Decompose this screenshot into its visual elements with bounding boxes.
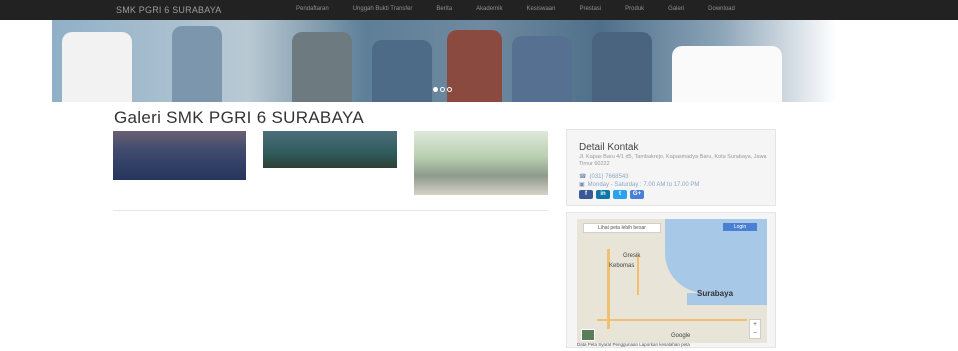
map-satellite-toggle[interactable]: [581, 329, 595, 341]
hero-photo-figure: [372, 40, 432, 102]
nav-item-prestasi[interactable]: Prestasi: [579, 6, 601, 12]
facebook-icon[interactable]: f: [579, 190, 593, 199]
google-plus-icon[interactable]: G+: [630, 190, 644, 199]
hero-photo-figure: [172, 26, 222, 102]
twitter-icon[interactable]: t: [613, 190, 627, 199]
map-road: [637, 255, 639, 295]
page-title: Galeri SMK PGRI 6 SURABAYA: [114, 108, 364, 127]
phone-icon: ☎: [579, 174, 587, 180]
nav-item-akademik[interactable]: Akademik: [476, 6, 502, 12]
larger-map-link[interactable]: Lihat peta lebih besar: [583, 223, 661, 233]
carousel-dot[interactable]: [440, 87, 445, 92]
contact-hours-row: ▣ Monday - Saturday : 7.00 AM to 17.00 P…: [579, 181, 700, 189]
navbar-brand[interactable]: SMK PGRI 6 SURABAYA: [116, 5, 222, 15]
nav-item-produk[interactable]: Produk: [625, 6, 644, 12]
map-panel: Lihat peta lebih besar Login Gresik Kebo…: [566, 212, 776, 348]
gallery-thumbnail[interactable]: [113, 131, 246, 180]
hero-carousel[interactable]: [52, 20, 836, 102]
map-label-google: Google: [671, 333, 691, 339]
contact-address: Jl. Kapas Baru 4/1 d5, Tambakrejo, Kapas…: [579, 154, 767, 167]
hero-photo-figure: [672, 46, 782, 102]
hero-photo-figure: [592, 32, 652, 102]
gallery-thumbnail[interactable]: [414, 131, 548, 195]
map-label-kebomas: Kebomas: [609, 263, 635, 269]
social-links: f in t G+: [579, 190, 644, 199]
map-zoom-control[interactable]: + −: [749, 319, 761, 339]
hero-photo-figure: [62, 32, 132, 102]
carousel-dot[interactable]: [433, 87, 438, 92]
nav-item-galeri[interactable]: Galeri: [668, 6, 684, 12]
linkedin-icon[interactable]: in: [596, 190, 610, 199]
calendar-icon: ▣: [579, 182, 585, 188]
hero-photo-figure: [512, 36, 572, 102]
nav-item-unggah-bukti-transfer[interactable]: Unggah Bukti Transfer: [353, 6, 413, 12]
nav-item-download[interactable]: Download: [708, 6, 735, 12]
nav-item-berita[interactable]: Berita: [436, 6, 452, 12]
hero-photo-figure: [447, 30, 502, 102]
carousel-dot[interactable]: [447, 87, 452, 92]
map-road: [597, 319, 747, 321]
carousel-indicators: [433, 87, 452, 92]
map-footer[interactable]: Data Peta Syarat Penggunaan Laporkan kes…: [577, 342, 690, 347]
map-login-button[interactable]: Login: [723, 223, 757, 231]
contact-hours: Monday - Saturday : 7.00 AM to 17.00 PM: [587, 181, 700, 188]
contact-heading: Detail Kontak: [579, 142, 639, 153]
gallery-thumbnail[interactable]: [263, 131, 397, 168]
map-label-surabaya: Surabaya: [697, 289, 734, 298]
top-navbar: SMK PGRI 6 SURABAYA Pendaftaran Unggah B…: [0, 0, 958, 20]
nav-item-kesiswaan[interactable]: Kesiswaan: [526, 6, 555, 12]
map-canvas[interactable]: Lihat peta lebih besar Login Gresik Kebo…: [577, 219, 767, 343]
nav-item-pendaftaran[interactable]: Pendaftaran: [296, 6, 329, 12]
contact-phone: (031) 7668543: [589, 173, 629, 180]
map-label-gresik: Gresik: [623, 253, 641, 259]
contact-phone-row: ☎ (031) 7668543: [579, 173, 629, 181]
navbar-menu: Pendaftaran Unggah Bukti Transfer Berita…: [296, 6, 759, 12]
contact-panel: Detail Kontak Jl. Kapas Baru 4/1 d5, Tam…: [566, 129, 776, 206]
map-road: [607, 249, 610, 329]
divider: [113, 210, 548, 211]
hero-photo-figure: [292, 32, 352, 102]
